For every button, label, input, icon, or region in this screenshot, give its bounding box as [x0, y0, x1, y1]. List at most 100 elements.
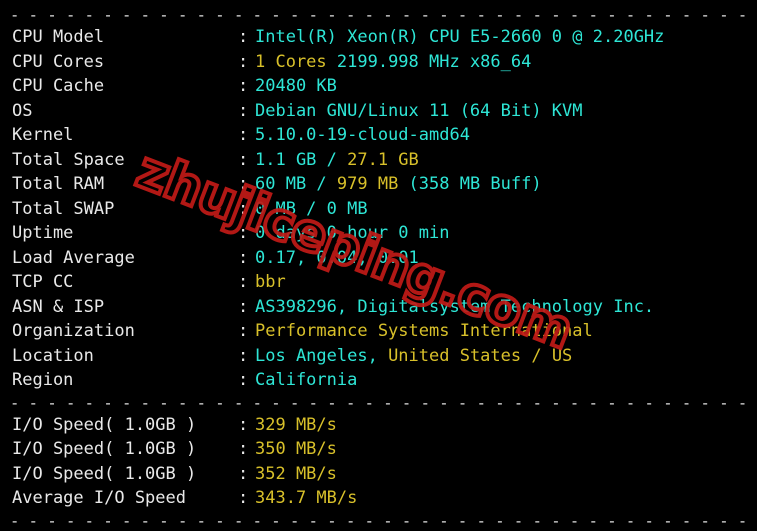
system-info-value-segment: AS398296, Digitalsystem Technology Inc. [255, 296, 655, 317]
system-info-value-segment: 5.10.0-19-cloud-amd64 [255, 125, 470, 145]
system-info-value-segment: California [255, 370, 358, 390]
system-info-value: California [255, 368, 757, 393]
system-info-row: Load Average:0.17, 0.04, 0.01 [12, 246, 757, 271]
field-colon: : [238, 370, 249, 390]
system-info-label: TCP CC [12, 272, 74, 292]
io-speed-row: I/O Speed( 1.0GB ):350 MB/s [12, 437, 757, 462]
field-colon: : [238, 414, 249, 435]
divider-middle: - - - - - - - - - - - - - - - - - - - - … [10, 393, 757, 412]
field-colon: : [238, 174, 249, 194]
system-info-row: CPU Model: Intel(R) Xeon(R) CPU E5-2660 0… [12, 25, 757, 50]
io-speed-value: 350 MB/s [255, 437, 757, 462]
field-colon: : [238, 321, 249, 341]
system-info-row: Total SWAP:0 MB / 0 MB [12, 197, 757, 222]
system-info-row: ASN & ISP: AS398296, Digitalsystem Techno… [12, 295, 757, 320]
system-info-value: 60 MB / 979 MB (358 MB Buff) [255, 172, 757, 197]
system-info-row: Total RAM:60 MB / 979 MB (358 MB Buff) [12, 172, 757, 197]
divider-bottom: - - - - - - - - - - - - - - - - - - - - … [10, 511, 757, 530]
field-colon: : [238, 439, 249, 459]
system-info-label: CPU Cache [12, 76, 105, 96]
field-colon: : [238, 198, 249, 219]
system-info-row: OS: Debian GNU/Linux 11 (64 Bit) KVM [12, 99, 757, 124]
field-colon: : [238, 345, 249, 366]
field-colon: : [238, 272, 249, 292]
system-info-value-segment: Los Angeles, [255, 345, 389, 366]
field-colon: : [238, 488, 249, 508]
system-info-label: CPU Model [12, 27, 105, 47]
system-info-value: 20480 KB [255, 74, 757, 99]
system-info-label: Total RAM [12, 174, 105, 194]
system-info-row: Uptime:0 days 0 hour 0 min [12, 221, 757, 246]
field-colon: : [238, 100, 249, 121]
io-speed-row: Average I/O Speed:343.7 MB/s [12, 486, 757, 511]
field-colon: : [238, 149, 249, 170]
system-info-label: Region [12, 370, 74, 390]
io-speed-label: I/O Speed( 1.0GB ) [12, 414, 197, 435]
system-info-value: 1 Cores 2199.998 MHz x86_64 [255, 50, 757, 75]
terminal-output: - - - - - - - - - - - - - - - - - - - - … [0, 0, 757, 530]
io-speed-value: 329 MB/s [255, 413, 757, 438]
system-info-value: Debian GNU/Linux 11 (64 Bit) KVM [255, 99, 757, 124]
system-info-value-segment: 20480 KB [255, 76, 337, 96]
system-info-value: bbr [255, 270, 757, 295]
system-info-value: Intel(R) Xeon(R) CPU E5-2660 0 @ 2.20GHz [255, 25, 757, 50]
io-speed-label: I/O Speed( 1.0GB ) [12, 439, 197, 459]
system-info-value: AS398296, Digitalsystem Technology Inc. [255, 295, 757, 320]
field-colon: : [238, 51, 249, 72]
system-info-label: Location [12, 345, 94, 366]
system-info-value-segment: Intel(R) Xeon(R) CPU E5-2660 0 @ 2.20GHz [255, 27, 665, 47]
field-colon: : [238, 247, 249, 268]
io-speed-value: 352 MB/s [255, 462, 757, 487]
system-info-value: 0 MB / 0 MB [255, 197, 757, 222]
system-info-label: OS [12, 100, 33, 121]
system-info-label: CPU Cores [12, 51, 105, 72]
system-info-value-segment: 27.1 GB [347, 149, 419, 170]
io-speed-value-segment: 352 MB/s [255, 463, 337, 484]
system-info-label: Kernel [12, 125, 74, 145]
io-speed-value-segment: 343.7 MB/s [255, 488, 358, 508]
system-info-value: Performance Systems International [255, 319, 757, 344]
system-info-value-segment: bbr [255, 272, 286, 292]
io-speed-row: I/O Speed( 1.0GB ):329 MB/s [12, 413, 757, 438]
system-info-value: Los Angeles, United States / US [255, 344, 757, 369]
io-speed-value-segment: 350 MB/s [255, 439, 337, 459]
field-colon: : [238, 27, 249, 47]
system-info-section: CPU Model: Intel(R) Xeon(R) CPU E5-2660 0… [0, 25, 757, 393]
divider-top: - - - - - - - - - - - - - - - - - - - - … [10, 6, 757, 24]
system-info-row: Region: California [12, 368, 757, 393]
field-colon: : [238, 296, 249, 317]
system-info-label: Total Space [12, 149, 125, 170]
system-info-value-segment: 979 MB [336, 174, 399, 194]
system-info-value: 5.10.0-19-cloud-amd64 [255, 123, 757, 148]
system-info-value-segment: United States / US [388, 345, 573, 366]
system-info-value-segment: 1 Cores [255, 51, 327, 72]
system-info-row: TCP CC: bbr [12, 270, 757, 295]
system-info-value: 0 days 0 hour 0 min [255, 221, 757, 246]
io-speed-label: I/O Speed( 1.0GB ) [12, 463, 197, 484]
system-info-row: Location: Los Angeles, United States / US [12, 344, 757, 369]
system-info-value-segment: 0 days 0 hour 0 min [255, 223, 450, 243]
system-info-value-segment: 2199.998 MHz x86_64 [326, 51, 532, 72]
system-info-row: CPU Cache:20480 KB [12, 74, 757, 99]
system-info-value-segment: Performance Systems International [255, 321, 593, 341]
system-info-value-segment: (358 MB Buff) [398, 174, 542, 194]
system-info-label: Uptime [12, 223, 74, 243]
field-colon: : [238, 223, 249, 243]
system-info-value: 1.1 GB / 27.1 GB [255, 148, 757, 173]
system-info-row: Kernel:5.10.0-19-cloud-amd64 [12, 123, 757, 148]
system-info-label: Organization [12, 321, 135, 341]
system-info-value-segment: 1.1 GB / [255, 149, 348, 170]
system-info-label: ASN & ISP [12, 296, 105, 317]
field-colon: : [238, 463, 249, 484]
field-colon: : [238, 76, 249, 96]
io-speed-value-segment: 329 MB/s [255, 414, 337, 435]
system-info-label: Total SWAP [12, 198, 115, 219]
io-speed-row: I/O Speed( 1.0GB ):352 MB/s [12, 462, 757, 487]
system-info-value: 0.17, 0.04, 0.01 [255, 246, 757, 271]
system-info-value-segment: Debian GNU/Linux 11 (64 Bit) KVM [255, 100, 583, 121]
io-speed-value: 343.7 MB/s [255, 486, 757, 511]
field-colon: : [238, 125, 249, 145]
system-info-value-segment: 0 MB / 0 MB [255, 198, 368, 219]
system-info-row: Organization: Performance Systems Interna… [12, 319, 757, 344]
io-speed-section: I/O Speed( 1.0GB ):329 MB/s I/O Speed( 1.… [0, 413, 757, 511]
